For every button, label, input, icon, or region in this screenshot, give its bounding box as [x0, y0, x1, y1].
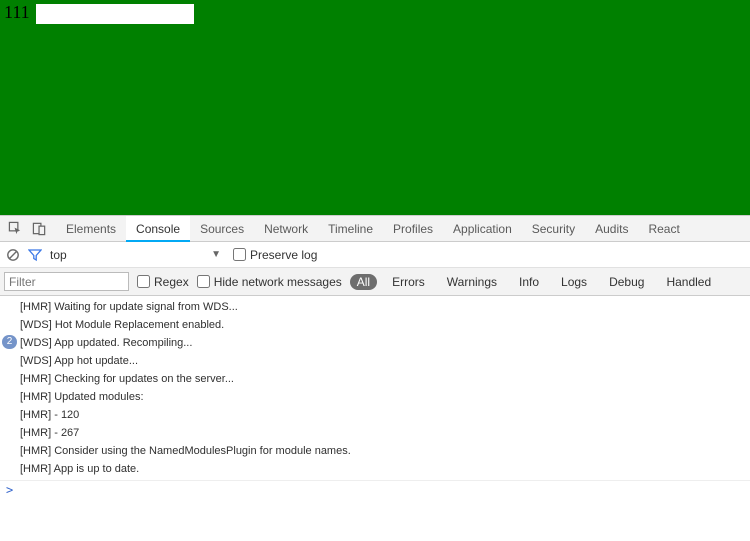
- console-log-row: [WDS] App hot update...: [0, 352, 750, 370]
- log-message: [HMR] - 267: [20, 425, 79, 441]
- level-info[interactable]: Info: [512, 274, 546, 290]
- tab-console[interactable]: Console: [126, 216, 190, 242]
- preserve-log-checkbox[interactable]: Preserve log: [233, 248, 317, 262]
- level-all[interactable]: All: [350, 274, 377, 290]
- level-debug[interactable]: Debug: [602, 274, 651, 290]
- log-message: [WDS] App hot update...: [20, 353, 138, 369]
- console-prompt[interactable]: >: [0, 480, 750, 499]
- log-message: [WDS] App updated. Recompiling...: [20, 335, 192, 351]
- log-message: [HMR] - 120: [20, 407, 79, 423]
- console-log-list: [HMR] Waiting for update signal from WDS…: [0, 296, 750, 480]
- tab-security[interactable]: Security: [522, 216, 585, 242]
- filter-input[interactable]: [4, 272, 129, 291]
- devtools-panel: ElementsConsoleSourcesNetworkTimelinePro…: [0, 215, 750, 499]
- log-count-badge: 2: [2, 335, 17, 349]
- console-log-row: [HMR] - 120: [0, 406, 750, 424]
- console-log-row: [HMR] Checking for updates on the server…: [0, 370, 750, 388]
- chevron-down-icon: ▼: [211, 249, 221, 260]
- tab-react[interactable]: React: [638, 216, 689, 242]
- clear-console-icon[interactable]: [6, 248, 20, 262]
- log-level-filter: All Errors Warnings Info Logs Debug Handled: [350, 274, 718, 290]
- execution-context-select[interactable]: top ▼: [50, 248, 225, 262]
- level-logs[interactable]: Logs: [554, 274, 594, 290]
- console-log-row: 2[WDS] App updated. Recompiling...: [0, 334, 750, 352]
- regex-checkbox[interactable]: Regex: [137, 275, 189, 289]
- page-text-input[interactable]: [36, 4, 194, 24]
- tab-elements[interactable]: Elements: [56, 216, 126, 242]
- level-warnings[interactable]: Warnings: [440, 274, 504, 290]
- console-log-row: [HMR] App is up to date.: [0, 460, 750, 478]
- filter-icon[interactable]: [28, 248, 42, 262]
- preserve-log-input[interactable]: [233, 248, 246, 261]
- log-message: [HMR] Updated modules:: [20, 389, 144, 405]
- page-text: 111: [4, 2, 30, 23]
- tab-timeline[interactable]: Timeline: [318, 216, 383, 242]
- devtools-tabbar: ElementsConsoleSourcesNetworkTimelinePro…: [0, 216, 750, 242]
- level-errors[interactable]: Errors: [385, 274, 432, 290]
- log-message: [WDS] Hot Module Replacement enabled.: [20, 317, 224, 333]
- console-toolbar-1: top ▼ Preserve log: [0, 242, 750, 268]
- log-message: [HMR] Checking for updates on the server…: [20, 371, 234, 387]
- inspect-element-icon[interactable]: [4, 218, 26, 240]
- page-viewport: 111: [0, 0, 750, 215]
- tab-profiles[interactable]: Profiles: [383, 216, 443, 242]
- preserve-log-label: Preserve log: [250, 248, 317, 262]
- hide-network-checkbox[interactable]: Hide network messages: [197, 275, 342, 289]
- regex-input[interactable]: [137, 275, 150, 288]
- console-log-row: [HMR] Waiting for update signal from WDS…: [0, 298, 750, 316]
- tab-audits[interactable]: Audits: [585, 216, 638, 242]
- console-toolbar-2: Regex Hide network messages All Errors War…: [0, 268, 750, 296]
- device-toolbar-icon[interactable]: [28, 218, 50, 240]
- tab-application[interactable]: Application: [443, 216, 522, 242]
- console-log-row: [HMR] Consider using the NamedModulesPlu…: [0, 442, 750, 460]
- log-message: [HMR] Waiting for update signal from WDS…: [20, 299, 238, 315]
- hide-network-label: Hide network messages: [214, 275, 342, 289]
- log-message: [HMR] App is up to date.: [20, 461, 139, 477]
- tab-network[interactable]: Network: [254, 216, 318, 242]
- tab-sources[interactable]: Sources: [190, 216, 254, 242]
- devtools-tabs: ElementsConsoleSourcesNetworkTimelinePro…: [56, 216, 690, 242]
- hide-network-input[interactable]: [197, 275, 210, 288]
- console-log-row: [HMR] Updated modules:: [0, 388, 750, 406]
- execution-context-label: top: [50, 248, 67, 262]
- regex-label: Regex: [154, 275, 189, 289]
- level-handled[interactable]: Handled: [659, 274, 718, 290]
- console-log-row: [HMR] - 267: [0, 424, 750, 442]
- console-log-row: [WDS] Hot Module Replacement enabled.: [0, 316, 750, 334]
- log-message: [HMR] Consider using the NamedModulesPlu…: [20, 443, 351, 459]
